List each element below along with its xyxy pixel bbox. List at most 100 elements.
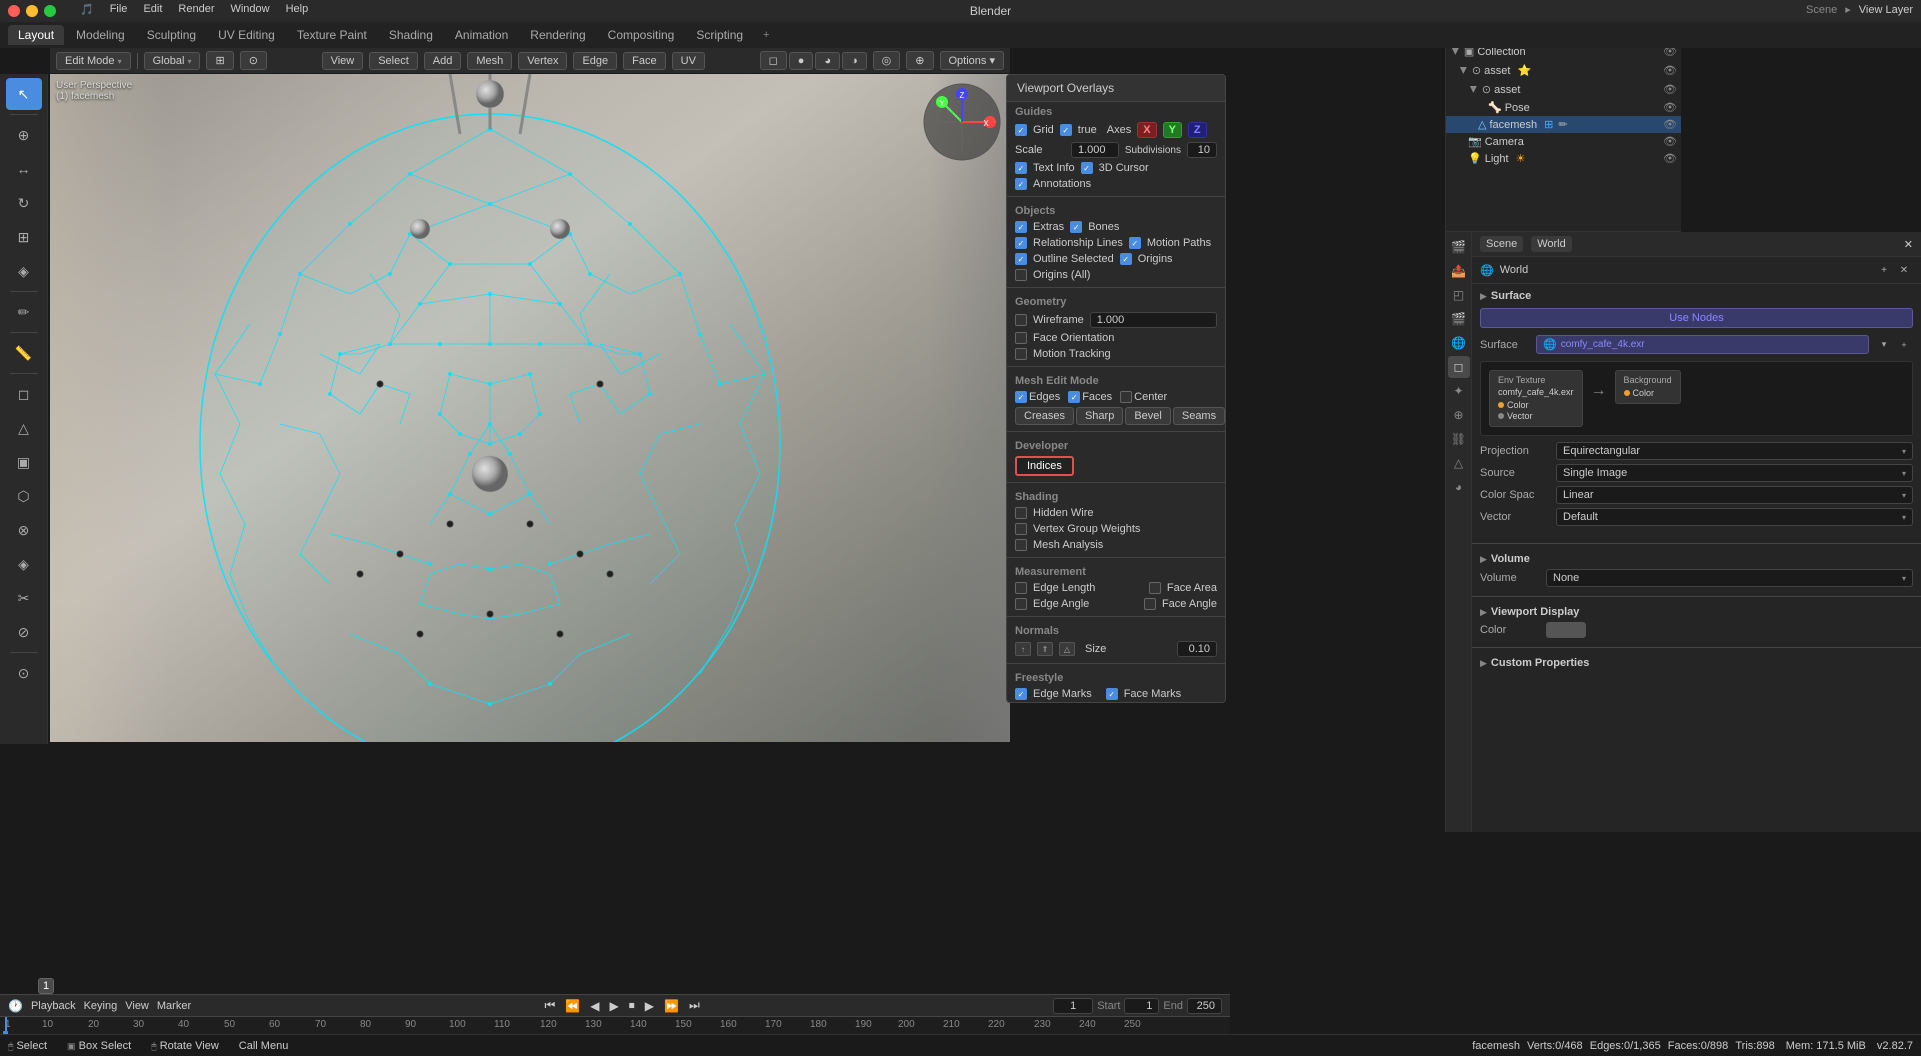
tool-transform[interactable]: ◈ (6, 255, 42, 287)
stop-button[interactable]: ⏹ (626, 998, 638, 1013)
tab-uv-editing[interactable]: UV Editing (208, 25, 285, 45)
menu-help[interactable]: Help (286, 3, 309, 16)
prop-icon-render[interactable]: 🎬 (1448, 236, 1470, 258)
face-button[interactable]: Face (623, 52, 665, 70)
edge-button[interactable]: Edge (573, 52, 617, 70)
menu-edit[interactable]: Edit (143, 3, 162, 16)
shading-material[interactable]: ◕ (815, 52, 840, 70)
overlay-toggle[interactable]: ◎ (873, 51, 901, 70)
origins-all-checkbox[interactable] (1015, 269, 1027, 281)
tab-sculpting[interactable]: Sculpting (137, 25, 206, 45)
tab-scripting[interactable]: Scripting (686, 25, 753, 45)
tab-layout[interactable]: Layout (8, 25, 64, 45)
asset-expand[interactable]: ▶ (1456, 65, 1471, 76)
prop-icon-physics[interactable]: ⊕ (1448, 404, 1470, 426)
scene-tab[interactable]: Scene (1480, 236, 1523, 252)
seams-button[interactable]: Seams (1173, 407, 1225, 425)
snap-button[interactable]: ⊞ (206, 51, 233, 70)
edges-checkbox[interactable] (1015, 391, 1027, 403)
prop-close-icon[interactable]: ✕ (1904, 238, 1913, 251)
bones-checkbox[interactable] (1070, 221, 1082, 233)
surface-expand[interactable]: ▶ Surface (1480, 288, 1913, 304)
grid-checkbox[interactable] (1015, 124, 1027, 136)
asset2-expand[interactable]: ▶ (1466, 84, 1481, 95)
shading-rendered[interactable]: ◑ (842, 52, 867, 70)
custom-props-expand[interactable]: ▶ Custom Properties (1480, 655, 1913, 671)
tool-rotate[interactable]: ↻ (6, 187, 42, 219)
tool-scale[interactable]: ⊞ (6, 221, 42, 253)
proportional-edit[interactable]: ⊙ (240, 51, 267, 70)
asset-eye-2[interactable]: 👁 (1663, 83, 1677, 96)
3d-cursor-checkbox[interactable] (1081, 162, 1093, 174)
prop-icon-object[interactable]: ◻ (1448, 356, 1470, 378)
face-area-checkbox[interactable] (1149, 582, 1161, 594)
tool-measure[interactable]: 📏 (6, 337, 42, 369)
current-frame-field[interactable]: 1 (1053, 998, 1093, 1014)
axis-z-button[interactable]: Z (1188, 122, 1207, 138)
subdivisions-field[interactable]: 10 (1187, 142, 1217, 158)
mesh-analysis-checkbox[interactable] (1015, 539, 1027, 551)
add-button[interactable]: Add (424, 52, 462, 70)
outliner-item-pose[interactable]: 🦴 Pose 👁 (1446, 99, 1681, 116)
creases-button[interactable]: Creases (1015, 407, 1074, 425)
start-frame-field[interactable]: 1 (1124, 998, 1159, 1014)
light-eye[interactable]: 👁 (1663, 152, 1677, 165)
motion-paths-checkbox[interactable] (1129, 237, 1141, 249)
edge-angle-checkbox[interactable] (1015, 598, 1027, 610)
prop-icon-material[interactable]: ◕ (1448, 476, 1470, 498)
tool-annotate[interactable]: ✏ (6, 296, 42, 328)
tool-extrude[interactable]: △ (6, 412, 42, 444)
select-button[interactable]: Select (369, 52, 418, 70)
new-surface-button[interactable]: + (1895, 336, 1913, 354)
gizmo-toggle[interactable]: ⊕ (906, 51, 933, 70)
relationship-lines-checkbox[interactable] (1015, 237, 1027, 249)
scale-field[interactable]: 1.000 (1071, 142, 1119, 158)
outliner-item-light[interactable]: 💡 Light ☀ 👁 (1446, 150, 1681, 167)
tab-texture-paint[interactable]: Texture Paint (287, 25, 377, 45)
close-button[interactable] (8, 5, 20, 17)
prop-icon-particles[interactable]: ✦ (1448, 380, 1470, 402)
source-dropdown[interactable]: Single Image ▾ (1556, 464, 1913, 482)
menu-file[interactable]: File (110, 3, 128, 16)
tool-inset[interactable]: ▣ (6, 446, 42, 478)
new-world-button[interactable]: + (1875, 261, 1893, 279)
edit-mode-dropdown[interactable]: Edit Mode ▾ (56, 52, 131, 70)
tab-shading[interactable]: Shading (379, 25, 443, 45)
browse-surface-button[interactable]: ▾ (1875, 336, 1893, 354)
prop-icon-scene[interactable]: 🎬 (1448, 308, 1470, 330)
prop-icon-view-layer[interactable]: ◰ (1448, 284, 1470, 306)
axis-y-button[interactable]: Y (1163, 122, 1182, 138)
normals-size-field[interactable]: 0.10 (1177, 641, 1217, 657)
face-marks-checkbox[interactable] (1106, 688, 1118, 700)
world-tab[interactable]: World (1531, 236, 1572, 252)
jump-start-button[interactable]: ⏮ (542, 998, 559, 1013)
camera-eye[interactable]: 👁 (1663, 135, 1677, 148)
tool-loop-cut[interactable]: ⊗ (6, 514, 42, 546)
play-button[interactable]: ▶ (607, 999, 622, 1013)
pose-eye[interactable]: 👁 (1663, 101, 1677, 114)
vector-dropdown[interactable]: Default ▾ (1556, 508, 1913, 526)
tool-select[interactable]: ↖ (6, 78, 42, 110)
use-nodes-button[interactable]: Use Nodes (1480, 308, 1913, 328)
view-button[interactable]: View (322, 52, 364, 70)
center-checkbox[interactable] (1120, 391, 1132, 403)
shading-wireframe[interactable]: ◻ (760, 51, 787, 70)
annotations-checkbox[interactable] (1015, 178, 1027, 190)
split-normals-icon[interactable]: ⇑ (1037, 642, 1053, 656)
prop-icon-data[interactable]: △ (1448, 452, 1470, 474)
tool-offset[interactable]: ◈ (6, 548, 42, 580)
outliner-item-facemesh[interactable]: △ facemesh ⊞ ✏ 👁 (1446, 116, 1681, 133)
face-orientation-checkbox[interactable] (1015, 332, 1027, 344)
sharp-button[interactable]: Sharp (1076, 407, 1123, 425)
uv-button[interactable]: UV (672, 52, 705, 70)
shading-solid[interactable]: ● (789, 52, 814, 70)
vertex-button[interactable]: Vertex (518, 52, 567, 70)
extras-checkbox[interactable] (1015, 221, 1027, 233)
options-button[interactable]: Options ▾ (940, 51, 1005, 70)
keying-label[interactable]: Keying (84, 1000, 118, 1012)
volume-dropdown[interactable]: None ▾ (1546, 569, 1913, 587)
color-space-dropdown[interactable]: Linear ▾ (1556, 486, 1913, 504)
wireframe-checkbox[interactable] (1015, 314, 1027, 326)
vp-color-swatch[interactable] (1546, 622, 1586, 638)
outliner-item-camera[interactable]: 📷 Camera 👁 (1446, 133, 1681, 150)
